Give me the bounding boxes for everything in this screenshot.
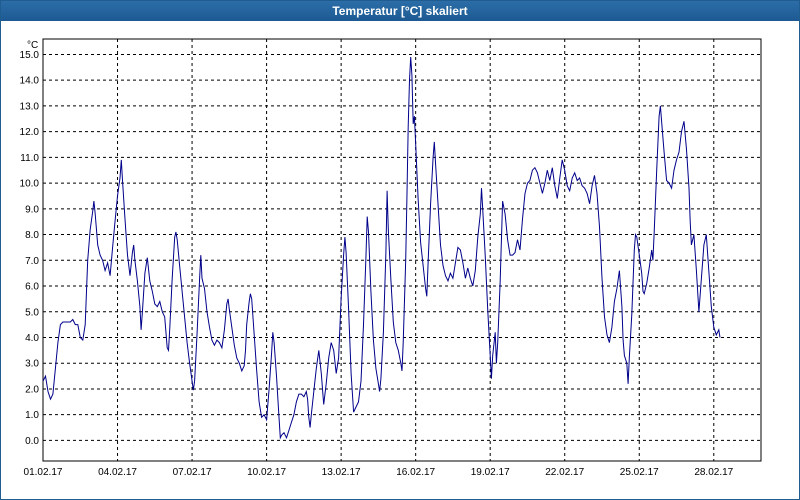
window-title: Temperatur [°C] skaliert bbox=[1, 1, 799, 21]
chart-window: Temperatur [°C] skaliert °C 0.0 1.0 2.0 3.0… bbox=[0, 0, 800, 500]
x-tick-label: 19.02.17 bbox=[471, 467, 510, 478]
y-tick-label: 2.0 bbox=[25, 384, 39, 395]
x-tick-label: 07.02.17 bbox=[173, 467, 212, 478]
x-axis-ticks: 01.02.17 04.02.17 07.02.17 10.02.17 13.02.17… bbox=[24, 467, 734, 478]
y-tick-label: 12.0 bbox=[20, 127, 40, 138]
x-tick-label: 10.02.17 bbox=[247, 467, 286, 478]
temperature-chart: °C 0.01.02.03.04.05.06.07.08.09.010.011.… bbox=[20, 38, 762, 478]
x-tick-label: 16.02.17 bbox=[396, 467, 435, 478]
y-tick-label: 7.0 bbox=[25, 256, 39, 267]
x-tick-label: 28.02.17 bbox=[694, 467, 733, 478]
x-tick-label: 22.02.17 bbox=[545, 467, 584, 478]
y-tick-label: 11.0 bbox=[20, 153, 39, 164]
y-tick-label: 3.0 bbox=[25, 359, 39, 370]
y-tick-label: 6.0 bbox=[25, 282, 39, 293]
y-tick-label: 8.0 bbox=[25, 230, 39, 241]
y-tick-label: 10.0 bbox=[20, 179, 40, 190]
x-tick-label: 25.02.17 bbox=[620, 467, 659, 478]
y-tick-label: 4.0 bbox=[25, 333, 39, 344]
y-axis-ticks: 0.0 1.0 2.0 3.0 4.0 5.0 6.0 7.0 8.0 9.0 10.0 11.0 12… bbox=[20, 50, 40, 447]
y-tick-label: 1.0 bbox=[25, 410, 39, 421]
y-tick-label: 15.0 bbox=[20, 50, 40, 61]
y-tick-label: 14.0 bbox=[20, 76, 40, 87]
x-tick-label: 13.02.17 bbox=[322, 467, 361, 478]
x-tick-label: 01.02.17 bbox=[24, 467, 63, 478]
y-tick-label: 13.0 bbox=[20, 101, 40, 112]
y-tick-label: 9.0 bbox=[25, 204, 39, 215]
y-tick-label: 0.0 bbox=[25, 436, 39, 447]
temperature-series-line bbox=[42, 56, 721, 440]
x-tick-label: 04.02.17 bbox=[98, 467, 137, 478]
y-tick-label: 5.0 bbox=[25, 307, 39, 318]
